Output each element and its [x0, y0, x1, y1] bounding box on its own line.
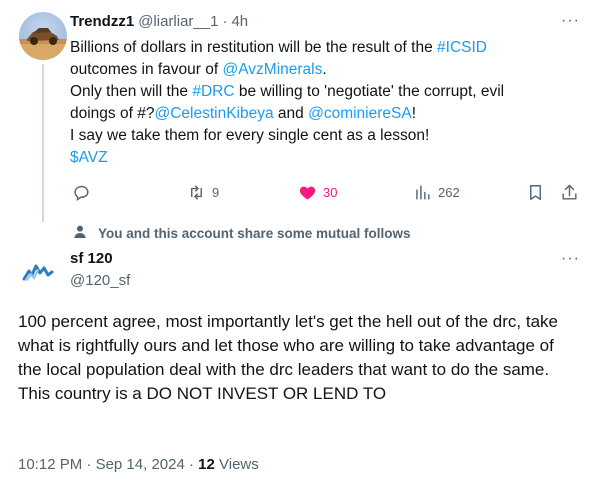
tweet-meta: 10:12 PM · Sep 14, 2024 · 12 Views [18, 456, 259, 473]
share-button[interactable] [560, 183, 579, 202]
reply-views-count: 12 [198, 456, 215, 473]
text-segment: Billions of dollars in restitution will … [70, 39, 438, 56]
reply-author-name[interactable]: sf 120 [70, 250, 113, 267]
views-button[interactable]: 262 [413, 183, 460, 202]
text-segment: be willing to 'negotiate' the corrupt, e… [234, 83, 505, 100]
text-segment: Only then will the [70, 83, 193, 100]
reply-author-avatar[interactable] [18, 253, 58, 293]
cashtag-link[interactable]: $AVZ [70, 149, 108, 166]
author-name[interactable]: Trendzz1 [70, 13, 134, 30]
heart-filled-icon [299, 186, 316, 200]
thread-connector [42, 64, 44, 222]
desert-car-image [19, 28, 67, 60]
text-line: I say we take them for every single cent… [70, 127, 430, 144]
mention-link[interactable]: @cominiereSA [308, 105, 412, 122]
reply-date[interactable]: Sep 14, 2024 [96, 456, 185, 473]
author-avatar[interactable] [19, 12, 67, 60]
author-handle[interactable]: @liarliar__1 [138, 13, 218, 30]
retweet-icon [191, 185, 202, 200]
reply-icon [74, 185, 89, 202]
reply-time[interactable]: 10:12 PM [18, 456, 82, 473]
mutual-follows-text: You and this account share some mutual f… [98, 226, 411, 241]
more-options-button[interactable]: ··· [561, 12, 580, 30]
separator-dot: · [86, 456, 96, 473]
text-segment: and [273, 105, 309, 122]
reply-author-handle[interactable]: @120_sf [70, 272, 130, 289]
views-count: 262 [438, 185, 460, 200]
mention-link[interactable]: @AvzMinerals [223, 61, 323, 78]
separator-dot: · [222, 13, 228, 30]
tweet-text: Billions of dollars in restitution will … [70, 37, 580, 169]
text-segment: outcomes in favour of [70, 61, 223, 78]
tweet-header: Trendzz1 @liarliar__1 · 4h [70, 13, 248, 30]
wave-logo-icon [22, 264, 54, 281]
reply-more-options-button[interactable]: ··· [561, 250, 580, 268]
bookmark-icon [530, 185, 541, 200]
mention-link[interactable]: @CelestinKibeya [154, 105, 273, 122]
text-segment: doings of #? [70, 105, 155, 122]
bookmark-button[interactable] [526, 183, 545, 202]
hashtag-link[interactable]: #ICSID [437, 39, 487, 56]
reply-views-label: Views [219, 456, 259, 473]
retweet-button[interactable]: 9 [187, 183, 219, 202]
separator-dot: · [188, 456, 199, 473]
like-button[interactable]: 30 [298, 183, 337, 202]
text-segment: . [322, 61, 327, 78]
share-icon [562, 184, 577, 200]
text-segment: ! [411, 105, 417, 122]
analytics-icon [416, 185, 430, 200]
reply-button[interactable] [72, 183, 97, 202]
person-icon [72, 224, 88, 245]
hashtag-link[interactable]: #DRC [192, 83, 234, 100]
like-count: 30 [323, 185, 338, 200]
reply-text: 100 percent agree, most importantly let'… [18, 312, 558, 403]
tweet-time[interactable]: 4h [231, 13, 248, 30]
retweet-count: 9 [212, 185, 220, 200]
